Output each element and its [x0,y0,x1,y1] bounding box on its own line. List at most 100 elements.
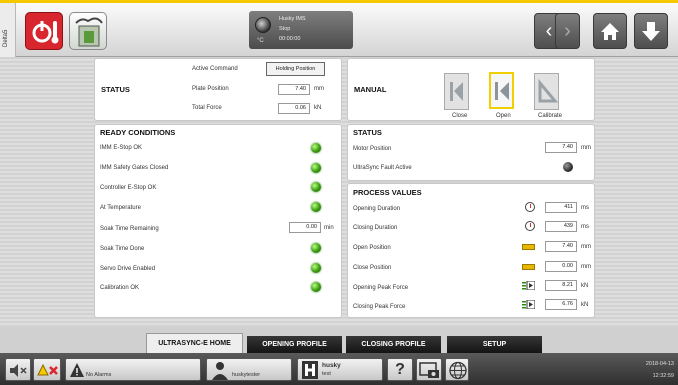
close-plate-icon [450,82,463,101]
ruler-icon [522,244,535,250]
alarm-reset-button[interactable] [25,12,63,50]
stopwatch-icon [525,202,535,212]
force-icon [522,300,535,309]
opening-duration-unit: ms [581,205,589,211]
user-button[interactable]: huskytester [206,358,292,381]
temperature-unit: °C [257,38,264,44]
husky-logo-icon [302,361,318,379]
tab-opening-profile[interactable]: OPENING PROFILE [247,336,342,353]
home-button[interactable] [593,13,627,49]
ready-item-label: Soak Time Remaining [100,226,159,232]
status-led [311,282,321,292]
motor-position-unit: mm [581,145,591,151]
status-led [311,182,321,192]
ready-item-label: At Temperature [100,205,141,211]
status-led [311,263,321,273]
total-force-unit: kN [314,105,322,111]
opening-peak-force-value: 8.21 [545,280,577,291]
date-label: 2018-04-13 [645,361,674,367]
opening-peak-force-unit: kN [581,283,589,289]
temperature-knob-icon [255,17,271,33]
ready-item-label: IMM E-Stop OK [100,145,143,151]
side-tab-label: Delta5 [3,29,9,47]
process-item-label: Opening Duration [353,206,401,212]
alarm-acknowledge-button[interactable] [33,358,61,381]
mute-button[interactable] [5,358,31,381]
open-position-unit: mm [581,244,591,250]
help-button[interactable]: ? [387,358,413,381]
arrow-down-icon [642,22,660,41]
ready-item-label: Servo Drive Enabled [100,266,156,272]
ruler-icon [522,264,535,270]
manual-calibrate-label: Calibrate [538,113,563,119]
ready-item-label: Calibration OK [100,285,140,291]
process-item-label: Open Position [353,245,391,251]
machine-status-badge[interactable]: °C Husky IMS Stop 00:00:00 [249,11,353,49]
help-icon: ? [395,361,405,378]
status-led [311,143,321,153]
machine-sub-label: test [322,371,331,377]
alarms-label: No Alarms [86,372,112,378]
fault-led [563,162,573,172]
open-position-value: 7.40 [545,241,577,252]
process-item-label: Close Position [353,265,392,271]
screen-capture-icon [419,362,439,378]
plate-position-value: 7.40 [278,84,310,95]
close-position-value: 0.00 [545,261,577,272]
motor-position-label: Motor Position [353,146,392,152]
manual-close-button[interactable] [444,73,469,110]
active-command-label: Active Command [192,66,238,72]
status-led [311,163,321,173]
time-label: 12:32:59 [652,373,674,379]
tab-setup[interactable]: SETUP [447,336,542,353]
machine-state: Stop [279,26,291,32]
tab-ultrasync-home[interactable]: ULTRASYNC-E HOME [146,333,243,353]
ready-item-label: Soak Time Done [100,246,145,252]
closing-peak-force-unit: kN [581,302,589,308]
user-icon [212,362,228,380]
warning-triangle-icon [70,363,84,377]
manual-close-label: Close [452,113,468,119]
force-icon [522,281,535,290]
download-button[interactable] [634,13,668,49]
mold-status-button[interactable] [69,12,107,50]
status-led [311,243,321,253]
machine-name-label: husky [322,362,341,369]
soak-time-value: 0.00 [289,222,321,233]
closing-duration-unit: ms [581,224,589,230]
language-button[interactable] [445,358,469,381]
home-icon [601,23,619,40]
tab-closing-profile[interactable]: CLOSING PROFILE [346,336,441,353]
warning-clear-icon [37,363,58,376]
machine-timer: 00:00:00 [279,36,301,42]
ready-conditions-title: READY CONDITIONS [100,128,176,137]
manual-open-label: Open [496,113,511,119]
status-led [311,202,321,212]
active-command-value: Holding Position [266,62,325,76]
soak-time-unit: min [324,225,334,231]
speaker-mute-icon [10,364,27,377]
manual-calibrate-button[interactable] [534,73,559,110]
globe-icon [449,361,467,380]
manual-panel-title: MANUAL [354,85,387,94]
alarms-button[interactable]: No Alarms [65,358,201,381]
chevron-right-icon: › [564,20,571,42]
total-force-label: Total Force [192,105,222,111]
screenshot-button[interactable] [416,358,442,381]
mold-handshake-icon [75,17,103,47]
process-item-label: Opening Peak Force [353,285,409,291]
machine-button[interactable]: husky test [297,358,383,381]
side-tab-delta5[interactable]: Delta5 [0,3,16,57]
motor-position-value: 7.40 [545,142,577,153]
forward-button[interactable]: › [555,13,580,49]
manual-open-button[interactable] [489,72,514,109]
power-thermometer-icon [32,21,59,44]
total-force-value: 0.06 [278,103,310,114]
user-name: huskytester [232,372,261,378]
fault-label: UltraSync Fault Active [353,165,412,171]
process-item-label: Closing Peak Force [353,304,406,310]
stopwatch-icon [525,221,535,231]
plate-position-unit: mm [314,86,324,92]
machine-name: Husky IMS [279,16,306,22]
open-plate-icon [495,82,509,100]
